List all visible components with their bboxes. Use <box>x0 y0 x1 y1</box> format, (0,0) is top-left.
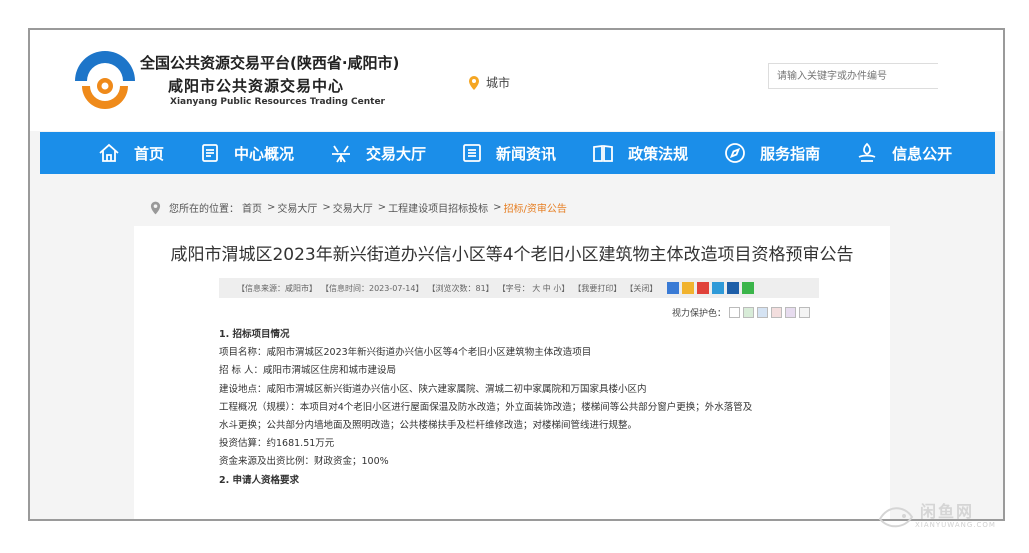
share-icons <box>667 282 755 294</box>
paragraph: 水斗更换；公共部分内墙地面及照明改造；公共楼梯扶手及栏杆维修改造；对楼梯间管线进… <box>219 420 638 432</box>
eye-color-swatch[interactable] <box>785 307 797 318</box>
home-icon <box>99 143 119 162</box>
paragraph: 工程概况（规模）：本项目对4个老旧小区进行屋面保温及防水改造；外立面装饰改造；楼… <box>219 401 753 413</box>
meta-time: 【信息时间：2023-07-14】 <box>321 283 424 293</box>
font-size-control[interactable]: 【字号： 大 中 小】 <box>498 283 570 294</box>
nav-label: 新闻资讯 <box>496 144 557 163</box>
paragraph: 招 标 人：咸阳市渭城区住房和城市建设局 <box>219 365 397 377</box>
section-heading: 1. 招标项目情况 <box>219 329 290 340</box>
breadcrumb-item-home[interactable]: 首页 <box>242 200 262 215</box>
page-title: 咸阳市渭城区2023年新兴街道办兴信小区等4个老旧小区建筑物主体改造项目资格预审… <box>170 245 854 265</box>
breadcrumb-prefix: 您所在的位置： <box>169 204 239 215</box>
eye-protection: 视力保护色： <box>672 306 811 319</box>
page-frame: 全国公共资源交易平台(陕西省·咸阳市) 咸阳市公共资源交易中心 Xianyang… <box>28 28 1005 521</box>
nav-item-home[interactable]: 首页 <box>98 132 176 174</box>
hall-icon <box>332 145 351 163</box>
eye-color-swatch[interactable] <box>729 307 741 318</box>
city-selector[interactable]: 城市 <box>468 74 510 91</box>
article-panel: 咸阳市渭城区2023年新兴街道办兴信小区等4个老旧小区建筑物主体改造项目资格预审… <box>134 226 890 519</box>
nav-item-overview[interactable]: 中心概况 <box>200 132 306 174</box>
nav-label: 中心概况 <box>234 144 295 163</box>
breadcrumb-item-trading-hall-2[interactable]: 交易大厅 <box>333 200 373 215</box>
site-header: 全国公共资源交易平台(陕西省·咸阳市) 咸阳市公共资源交易中心 Xianyang… <box>30 30 1003 131</box>
center-name: 咸阳市公共资源交易中心 <box>168 77 345 95</box>
close-link[interactable]: 【关闭】 <box>625 283 657 294</box>
nav-label: 交易大厅 <box>366 144 427 163</box>
location-pin-icon <box>469 75 479 90</box>
paragraph: 建设地点：咸阳市渭城区新兴街道办兴信小区、陕六建家属院、渭城二初中家属院和万国家… <box>219 383 647 395</box>
share-renren-icon[interactable] <box>727 282 740 294</box>
article-body: 1. 招标项目情况 项目名称：咸阳市渭城区2023年新兴街道办兴信小区等4个老旧… <box>219 326 819 490</box>
breadcrumb: 您所在的位置： 首页 > 交易大厅 > 交易大厅 > 工程建设项目招标投标 > … <box>150 200 570 215</box>
watermark-sub: XIANYUWANG.COM <box>915 521 996 529</box>
info-icon <box>858 142 876 162</box>
share-tencent-icon[interactable] <box>712 282 725 294</box>
nav-item-info-disclosure[interactable]: 信息公开 <box>856 132 964 174</box>
breadcrumb-item-trading-hall[interactable]: 交易大厅 <box>277 200 317 215</box>
share-weibo-icon[interactable] <box>697 282 710 294</box>
print-link[interactable]: 【我要打印】 <box>573 283 621 294</box>
breadcrumb-item-engineering[interactable]: 工程建设项目招标投标 <box>388 200 488 215</box>
book-icon <box>593 144 613 162</box>
site-logo[interactable] <box>70 48 140 118</box>
meta-source: 【信息来源：咸阳市】 <box>237 283 317 293</box>
meta-views: 【浏览次数：81】 <box>427 283 494 293</box>
location-pin-icon <box>150 201 161 214</box>
document-icon <box>202 144 218 162</box>
section-heading: 2. 申请人资格要求 <box>219 474 300 486</box>
paragraph: 项目名称：咸阳市渭城区2023年新兴街道办兴信小区等4个老旧小区建筑物主体改造项… <box>219 347 592 359</box>
nav-item-news[interactable]: 新闻资讯 <box>462 132 568 174</box>
eye-protection-label: 视力保护色： <box>672 309 727 319</box>
paragraph: 资金来源及出资比例：财政资金；100% <box>219 456 389 468</box>
nav-item-trading-hall[interactable]: 交易大厅 <box>330 132 438 174</box>
share-plus-icon[interactable] <box>667 282 680 294</box>
platform-name: 全国公共资源交易平台(陕西省·咸阳市) <box>140 54 400 72</box>
watermark-text: 闲鱼网 <box>920 502 975 521</box>
eye-color-swatch[interactable] <box>743 307 755 318</box>
eye-color-swatch[interactable] <box>799 307 811 318</box>
eye-color-swatch[interactable] <box>757 307 769 318</box>
share-wechat-icon[interactable] <box>742 282 755 294</box>
share-qzone-icon[interactable] <box>682 282 695 294</box>
center-name-en: Xianyang Public Resources Trading Center <box>170 97 385 107</box>
city-label: 城市 <box>486 76 511 90</box>
paragraph: 投资估算：约1681.51万元 <box>219 438 335 450</box>
compass-icon <box>725 143 745 163</box>
nav-label: 首页 <box>134 144 165 163</box>
nav-item-policy[interactable]: 政策法规 <box>592 132 700 174</box>
nav-label: 政策法规 <box>628 144 689 163</box>
news-icon <box>463 144 481 162</box>
eye-color-swatch[interactable] <box>771 307 783 318</box>
main-nav: 首页 中心概况 交易大厅 新闻资讯 政策法规 服务指南 信息公开 <box>40 132 995 174</box>
search-input[interactable] <box>768 63 938 89</box>
breadcrumb-item-current[interactable]: 招标/资审公告 <box>504 200 567 215</box>
article-meta-bar: 【信息来源：咸阳市】 【信息时间：2023-07-14】 【浏览次数：81】 【… <box>219 278 819 298</box>
nav-item-service-guide[interactable]: 服务指南 <box>724 132 832 174</box>
nav-label: 信息公开 <box>892 144 953 163</box>
nav-label: 服务指南 <box>760 144 821 163</box>
